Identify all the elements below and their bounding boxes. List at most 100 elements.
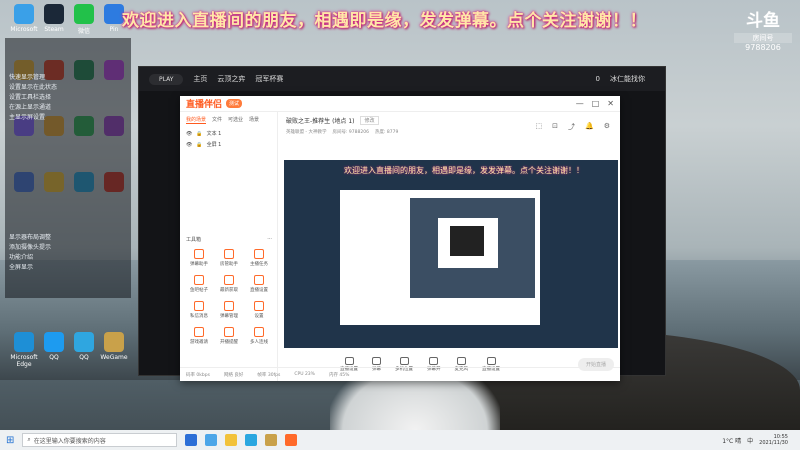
eye-icon[interactable]: 👁 (186, 131, 192, 137)
overlay-banner: 欢迎进入直播间的朋友，相遇即是缘，发发弹幕。点个关注谢谢！！ (122, 11, 647, 31)
eye-icon[interactable]: 👁 (186, 142, 192, 148)
minimize-icon[interactable]: — (576, 99, 584, 108)
maximize-icon[interactable]: □ (592, 99, 600, 108)
tool-icon (254, 275, 264, 285)
tool-label: 多人连线 (250, 340, 268, 345)
tool-icon (224, 275, 234, 285)
source-label: 文本 1 (206, 131, 222, 137)
app-icon (104, 4, 124, 24)
streaming-app-window[interactable]: 直播伴侣 测试 — □ ✕ 我的场景 文件 可选业 场景 👁 🔒 文本 1 👁 🔒 全屏… (180, 96, 620, 381)
clock[interactable]: 10:55 2021/11/30 (759, 434, 788, 446)
source-label: 全屏 1 (206, 142, 222, 148)
share-icon[interactable]: ⤴ (568, 122, 575, 132)
game-client-icon[interactable] (265, 434, 278, 446)
app-icon (74, 332, 94, 352)
panel-line: 设置显示在此状态 (9, 84, 58, 91)
tab-scene[interactable]: 场景 (249, 116, 259, 124)
room-id: 9788206 (745, 43, 781, 52)
search-placeholder: 在这里输入你要搜索的内容 (33, 437, 106, 445)
desktop-icon[interactable]: WeGame (94, 332, 134, 361)
tool-item[interactable]: 弹幕助手 (184, 249, 214, 267)
panel-line: 设置工具栏选择 (9, 94, 52, 101)
date: 2021/11/30 (759, 440, 788, 446)
tool-label: 游戏邀请 (190, 340, 208, 345)
nav-cup[interactable]: 冠军杯赛 (255, 74, 283, 84)
search-icon: ⌕ (27, 436, 31, 443)
tool-label: 设置 (254, 314, 264, 319)
stream-title: 破败之王-推荐生 (地点 1) (286, 118, 355, 125)
source-item[interactable]: 👁 🔒 文本 1 (180, 128, 277, 139)
tool-item[interactable]: 直播设置 (244, 275, 274, 293)
tool-icon (254, 327, 264, 337)
store-icon[interactable] (245, 434, 258, 446)
lock-icon[interactable]: 🔒 (196, 142, 202, 148)
tool-item[interactable]: 鱼吧帖子 (184, 275, 214, 293)
game-category: 英雄联盟 - 大神教学 (286, 130, 327, 135)
version-badge: 测试 (226, 99, 243, 108)
panel-line: 显示器布局调整 (9, 234, 52, 241)
control-icon (372, 356, 381, 365)
more-icon[interactable]: ··· (267, 236, 272, 243)
tab-files[interactable]: 文件 (212, 116, 222, 124)
status-item: 内存 45% (328, 372, 350, 378)
nav-home[interactable]: 主页 (193, 74, 207, 84)
scene-panel: 我的场景 文件 可选业 场景 👁 🔒 文本 1 👁 🔒 全屏 1 工具箱 ··· 弹幕助手… (180, 112, 278, 381)
panel-line: 快速显示管理 (9, 74, 46, 81)
tool-item[interactable]: 最新获取 (214, 275, 244, 293)
taskbar: ⊞ ⌕ 在这里输入你要搜索的内容 1°C 晴 中 10:55 2021/11/30 (0, 430, 800, 450)
tool-item[interactable]: 主播任务 (244, 249, 274, 267)
tab-scenes[interactable]: 我的场景 (186, 116, 207, 124)
tool-item[interactable]: 游戏邀请 (184, 327, 214, 345)
control-icon (399, 356, 409, 365)
system-tray: 1°C 晴 中 10:55 2021/11/30 (722, 434, 800, 446)
panel-line: 全屏显示 (9, 264, 34, 271)
source-item[interactable]: 👁 🔒 全屏 1 (180, 139, 277, 150)
settings-icon[interactable]: ⚙ (604, 122, 610, 132)
tool-item[interactable]: 设置 (244, 301, 274, 319)
tool-item[interactable]: 开播提醒 (214, 327, 244, 345)
status-item: 码率 0kbps (186, 372, 210, 378)
control-icon (486, 356, 496, 365)
tool-item[interactable]: 私信消息 (184, 301, 214, 319)
start-icon[interactable]: ⊞ (6, 435, 14, 446)
app-icon (44, 332, 64, 352)
lock-icon[interactable]: 🔒 (196, 131, 202, 137)
edge-icon[interactable] (205, 434, 218, 446)
lock-icon[interactable]: ⊡ (552, 122, 558, 132)
close-icon[interactable]: ✕ (607, 99, 614, 108)
tool-item[interactable]: 多人连线 (244, 327, 274, 345)
app-brand: 直播伴侣 (186, 100, 223, 110)
game-client-titlebar: PLAY 主页 云顶之弈 冠军杯赛 0 冰仁能找你 (139, 67, 665, 91)
task-view-icon[interactable] (185, 434, 198, 446)
gift-icon[interactable]: ⬚ (536, 122, 543, 132)
status-item: 网络 良好 (223, 372, 244, 378)
tool-label: 最新获取 (220, 288, 238, 293)
bell-icon[interactable]: 🔔 (585, 122, 594, 132)
tool-icon (254, 249, 264, 259)
panel-line: 主显示屏设置 (9, 114, 46, 121)
file-explorer-icon[interactable] (225, 434, 238, 446)
weather[interactable]: 1°C 晴 (722, 436, 741, 445)
tool-item[interactable]: 弹幕管理 (214, 301, 244, 319)
status-item: CPU 23% (294, 372, 315, 377)
edit-title-button[interactable]: 修改 (360, 116, 379, 125)
language-indicator[interactable]: 中 (747, 436, 753, 445)
stream-preview[interactable]: 欢迎进入直播间的朋友，相遇即是缘，发发弹幕。点个关注谢谢！！ (284, 160, 618, 348)
tab-optional[interactable]: 可选业 (228, 116, 243, 124)
streaming-app-icon[interactable] (285, 434, 298, 446)
play-button[interactable]: PLAY (149, 73, 184, 85)
search-box[interactable]: ⌕ 在这里输入你要搜索的内容 (22, 433, 178, 447)
tool-item[interactable]: 房管助手 (214, 249, 244, 267)
logo-mark: 斗鱼 (746, 11, 780, 31)
tool-icon (194, 301, 204, 311)
panel-line: 功能介绍 (9, 254, 34, 261)
panel-line: 在源上显示通道 (9, 104, 52, 111)
preview-nested-window (450, 226, 484, 256)
tool-icon (224, 249, 234, 259)
logo-label: 房间号 (734, 33, 792, 43)
tool-label: 鱼吧帖子 (190, 288, 208, 293)
stream-area: 破败之王-推荐生 (地点 1) 修改 英雄联盟 - 大神教学 房间号: 97882… (278, 112, 620, 381)
preview-nested-window (340, 190, 540, 325)
platform-logo: 斗鱼 房间号 9788206 (734, 6, 792, 52)
nav-tft[interactable]: 云顶之弈 (217, 74, 245, 84)
